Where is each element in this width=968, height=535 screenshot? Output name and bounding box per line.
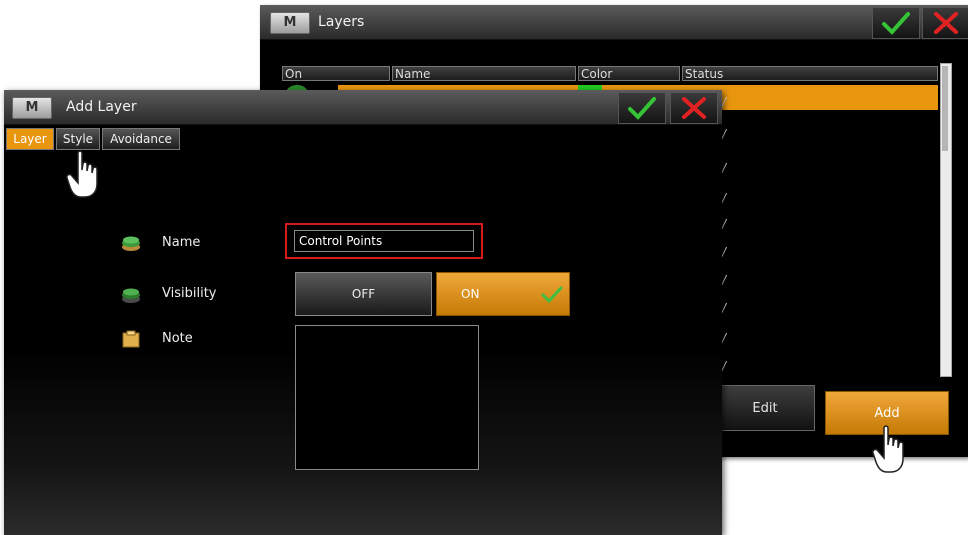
close-icon xyxy=(682,97,706,119)
column-header-name[interactable]: Name xyxy=(392,66,576,81)
checkmark-icon xyxy=(882,12,910,35)
add-layer-close-button[interactable] xyxy=(670,92,718,124)
status-tick-icon: / xyxy=(722,217,727,231)
app-logo: M xyxy=(270,12,310,34)
status-tick-icon: / xyxy=(722,127,727,141)
checkmark-icon xyxy=(628,97,656,120)
status-tick-icon: / xyxy=(722,161,727,175)
layers-confirm-button[interactable] xyxy=(872,7,920,39)
status-tick-icon: / xyxy=(722,301,727,315)
column-header-status[interactable]: Status xyxy=(682,66,938,81)
scrollbar-thumb[interactable] xyxy=(942,66,948,151)
hand-cursor-icon xyxy=(872,425,904,473)
visibility-on-button[interactable]: ON xyxy=(436,272,570,316)
app-logo: M xyxy=(12,97,52,119)
tab-style[interactable]: Style xyxy=(56,128,100,150)
note-icon xyxy=(122,330,140,348)
note-label: Note xyxy=(162,331,193,346)
visibility-layer-icon xyxy=(122,288,140,303)
status-tick-icon: / xyxy=(722,191,727,205)
layers-scrollbar[interactable] xyxy=(940,63,952,377)
visibility-off-button[interactable]: OFF xyxy=(295,272,432,316)
edit-button[interactable]: Edit xyxy=(715,385,815,431)
name-field[interactable]: Control Points xyxy=(294,230,474,252)
add-layer-window: M Add Layer Layer Style Avoidance Name C… xyxy=(4,90,722,535)
add-layer-confirm-button[interactable] xyxy=(618,92,666,124)
tab-avoidance[interactable]: Avoidance xyxy=(102,128,180,150)
column-header-color[interactable]: Color xyxy=(578,66,680,81)
status-tick-icon: / xyxy=(722,95,727,109)
tab-layer[interactable]: Layer xyxy=(6,128,54,150)
status-tick-icon: / xyxy=(722,331,727,345)
add-layer-title: Add Layer xyxy=(66,99,137,115)
hand-cursor-icon xyxy=(66,150,98,198)
status-tick-icon: / xyxy=(722,359,727,373)
layers-title: Layers xyxy=(318,14,365,30)
layer-stack-icon xyxy=(122,236,140,251)
layers-close-button[interactable] xyxy=(922,7,968,39)
checkmark-icon xyxy=(541,286,563,304)
status-tick-icon: / xyxy=(722,273,727,287)
visibility-on-label: ON xyxy=(461,287,480,301)
layers-title-bar: M Layers xyxy=(260,5,968,40)
close-icon xyxy=(934,12,958,34)
status-tick-icon: / xyxy=(722,245,727,259)
column-header-on[interactable]: On xyxy=(282,66,390,81)
name-label: Name xyxy=(162,235,201,250)
visibility-label: Visibility xyxy=(162,286,217,301)
add-layer-title-bar: M Add Layer xyxy=(4,90,722,125)
note-field[interactable] xyxy=(295,325,479,470)
